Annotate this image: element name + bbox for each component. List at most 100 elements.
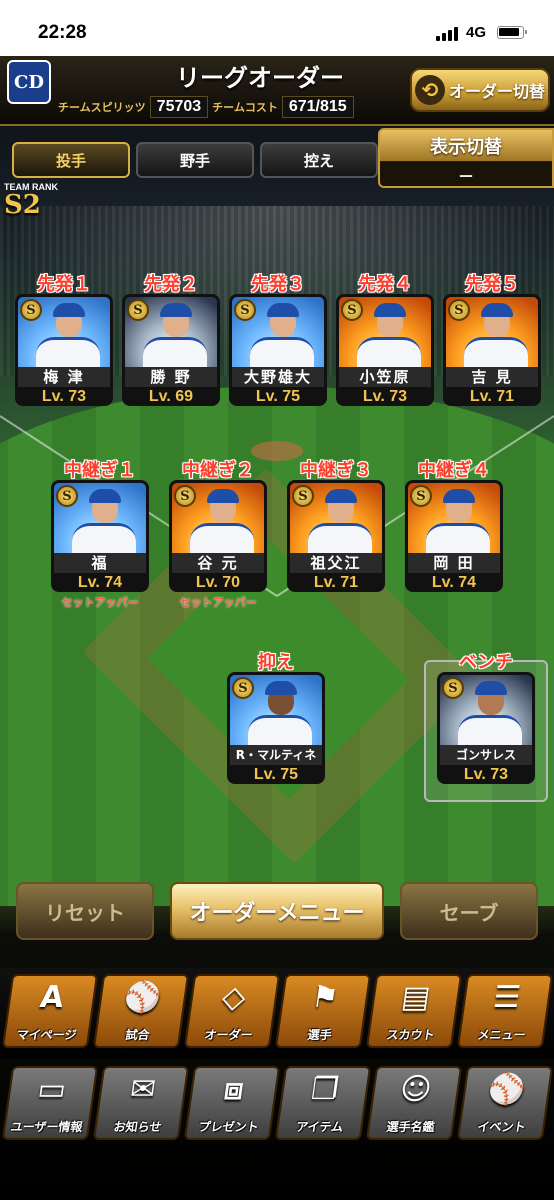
tab-fielder[interactable]: 野手 <box>136 142 254 178</box>
nav-user-info[interactable]: ▭ ユーザー情報 <box>1 1066 98 1140</box>
player-level: Lv. 74 <box>54 573 146 589</box>
nav-items[interactable]: ❐ アイテム <box>274 1066 371 1140</box>
menu-icon: ☰ <box>490 980 523 1015</box>
rank-badge-icon: S <box>292 485 314 507</box>
nav-players[interactable]: ⚑ 選手 <box>274 974 371 1048</box>
sub-nav: ▭ ユーザー情報 ✉ お知らせ ⧈ プレゼント ❐ アイテム ☺ 選手名鑑 ⚾ … <box>0 1060 554 1156</box>
rank-badge-icon: S <box>232 677 254 699</box>
rank-badge-icon: S <box>127 299 149 321</box>
nav-label: イベント <box>476 1120 527 1134</box>
network-type: 4G <box>466 24 487 41</box>
swap-icon: ⟲ <box>414 75 445 105</box>
player-card[interactable]: S 勝 野 Lv. 69 <box>122 294 220 406</box>
status-bar: 22:28 4G <box>0 0 554 56</box>
nav-label: アイテム <box>294 1120 344 1134</box>
rank-badge-icon: S <box>56 485 78 507</box>
player-card[interactable]: S 岡 田 Lv. 74 <box>405 480 503 592</box>
player-level: Lv. 74 <box>408 573 500 589</box>
nav-label: 試合 <box>124 1028 151 1042</box>
nav-notices[interactable]: ✉ お知らせ <box>92 1066 189 1140</box>
player-name: 吉 見 <box>446 367 538 387</box>
nav-directory[interactable]: ☺ 選手名鑑 <box>365 1066 462 1140</box>
team-logo[interactable]: CD <box>7 60 51 104</box>
rank-badge-icon: S <box>410 485 432 507</box>
main-nav: A マイページ ⚾ 試合 ◇ オーダー ⚑ 選手 ▤ スカウト ☰ メニュー <box>0 968 554 1058</box>
page-title: リーグオーダー <box>176 64 344 92</box>
nav-mypage[interactable]: A マイページ <box>1 974 98 1048</box>
player-name: R・マルティネス <box>230 745 322 781</box>
bench-slot[interactable]: ベンチ S ゴンサレス Lv. 73 <box>432 648 540 784</box>
slot-role: 先発３ <box>251 274 305 295</box>
tab-pitcher[interactable]: 投手 <box>12 142 130 178</box>
rank-badge-icon: S <box>20 299 42 321</box>
player-card[interactable]: S 福 Lv. 74 <box>51 480 149 592</box>
setup-label <box>400 594 508 608</box>
slot-role: 先発４ <box>358 274 412 295</box>
nav-menu[interactable]: ☰ メニュー <box>456 974 553 1048</box>
player-card[interactable]: S 祖父江 Lv. 71 <box>287 480 385 592</box>
nav-event[interactable]: ⚾ イベント <box>456 1066 553 1140</box>
player-level: Lv. 73 <box>339 387 431 403</box>
nav-game[interactable]: ⚾ 試合 <box>92 974 189 1048</box>
game-screen: CD リーグオーダー チームスピリッツ 75703 チームコスト 671/815… <box>0 56 554 1200</box>
player-level: Lv. 73 <box>440 765 532 781</box>
nav-label: プレゼント <box>197 1120 260 1134</box>
clock: 22:28 <box>38 22 87 43</box>
starter-slot-1[interactable]: 先発１ S 梅 津 Lv. 73 <box>10 270 118 406</box>
save-button[interactable]: セーブ <box>400 882 538 940</box>
slot-role: 抑え <box>258 652 294 673</box>
setup-label: セットアッパー <box>61 596 139 609</box>
nav-scout[interactable]: ▤ スカウト <box>365 974 462 1048</box>
player-icon: ⚑ <box>308 980 341 1015</box>
nav-label: 選手名鑑 <box>385 1120 436 1134</box>
team-stats: チームスピリッツ 75703 チームコスト 671/815 <box>54 96 354 118</box>
tab-reserve[interactable]: 控え <box>260 142 378 178</box>
starter-slot-2[interactable]: 先発２ S 勝 野 Lv. 69 <box>117 270 225 406</box>
nav-label: スカウト <box>385 1028 436 1042</box>
display-toggle-label: 表示切替 <box>430 137 502 158</box>
slot-role: 中継ぎ３ <box>300 460 372 481</box>
event-icon: ⚾ <box>485 1072 528 1107</box>
nav-label: お知らせ <box>112 1120 162 1134</box>
player-name: 大野雄大 <box>232 367 324 387</box>
nav-label: マイページ <box>15 1028 77 1042</box>
player-level: Lv. 75 <box>232 387 324 403</box>
setup-label: セットアッパー <box>179 596 257 609</box>
starter-slot-5[interactable]: 先発５ S 吉 見 Lv. 71 <box>438 270 546 406</box>
starter-slot-3[interactable]: 先発３ S 大野雄大 Lv. 75 <box>224 270 332 406</box>
player-card[interactable]: S 吉 見 Lv. 71 <box>443 294 541 406</box>
player-card[interactable]: S R・マルティネス Lv. 75 <box>227 672 325 784</box>
nav-present[interactable]: ⧈ プレゼント <box>183 1066 280 1140</box>
starter-slot-4[interactable]: 先発４ S 小笠原 Lv. 73 <box>331 270 439 406</box>
closer-slot[interactable]: 抑え S R・マルティネス Lv. 75 <box>222 648 330 784</box>
reliever-slot-1[interactable]: 中継ぎ１ S 福 Lv. 74 セットアッパー <box>46 456 154 609</box>
rank-badge-icon: S <box>442 677 464 699</box>
team-rank: TEAM RANK S2 <box>4 182 84 218</box>
nav-label: オーダー <box>203 1028 254 1042</box>
reset-button[interactable]: リセット <box>16 882 154 940</box>
directory-icon: ☺ <box>397 1072 434 1107</box>
team-rank-value: S2 <box>4 190 41 220</box>
slot-role: 中継ぎ１ <box>64 460 136 481</box>
rank-badge-icon: S <box>448 299 470 321</box>
user-info-icon: ▭ <box>34 1072 69 1107</box>
nav-order[interactable]: ◇ オーダー <box>183 974 280 1048</box>
order-menu-button[interactable]: オーダーメニュー <box>170 882 384 940</box>
player-card[interactable]: S 小笠原 Lv. 73 <box>336 294 434 406</box>
player-level: Lv. 71 <box>290 573 382 589</box>
reliever-slot-4[interactable]: 中継ぎ４ S 岡 田 Lv. 74 <box>400 456 508 608</box>
rank-badge-icon: S <box>174 485 196 507</box>
reliever-slot-3[interactable]: 中継ぎ３ S 祖父江 Lv. 71 <box>282 456 390 608</box>
display-toggle-button[interactable]: 表示切替 － <box>378 128 554 188</box>
slot-role: 先発２ <box>144 274 198 295</box>
rank-badge-icon: S <box>234 299 256 321</box>
player-card[interactable]: S 大野雄大 Lv. 75 <box>229 294 327 406</box>
player-card[interactable]: S ゴンサレス Lv. 73 <box>437 672 535 784</box>
player-card[interactable]: S 梅 津 Lv. 73 <box>15 294 113 406</box>
nav-label: メニュー <box>476 1028 527 1042</box>
order-switch-button[interactable]: ⟲ オーダー切替 <box>410 68 550 112</box>
reliever-slot-2[interactable]: 中継ぎ２ S 谷 元 Lv. 70 セットアッパー <box>164 456 272 609</box>
player-level: Lv. 73 <box>18 387 110 403</box>
player-card[interactable]: S 谷 元 Lv. 70 <box>169 480 267 592</box>
slot-role: ベンチ <box>459 652 513 673</box>
